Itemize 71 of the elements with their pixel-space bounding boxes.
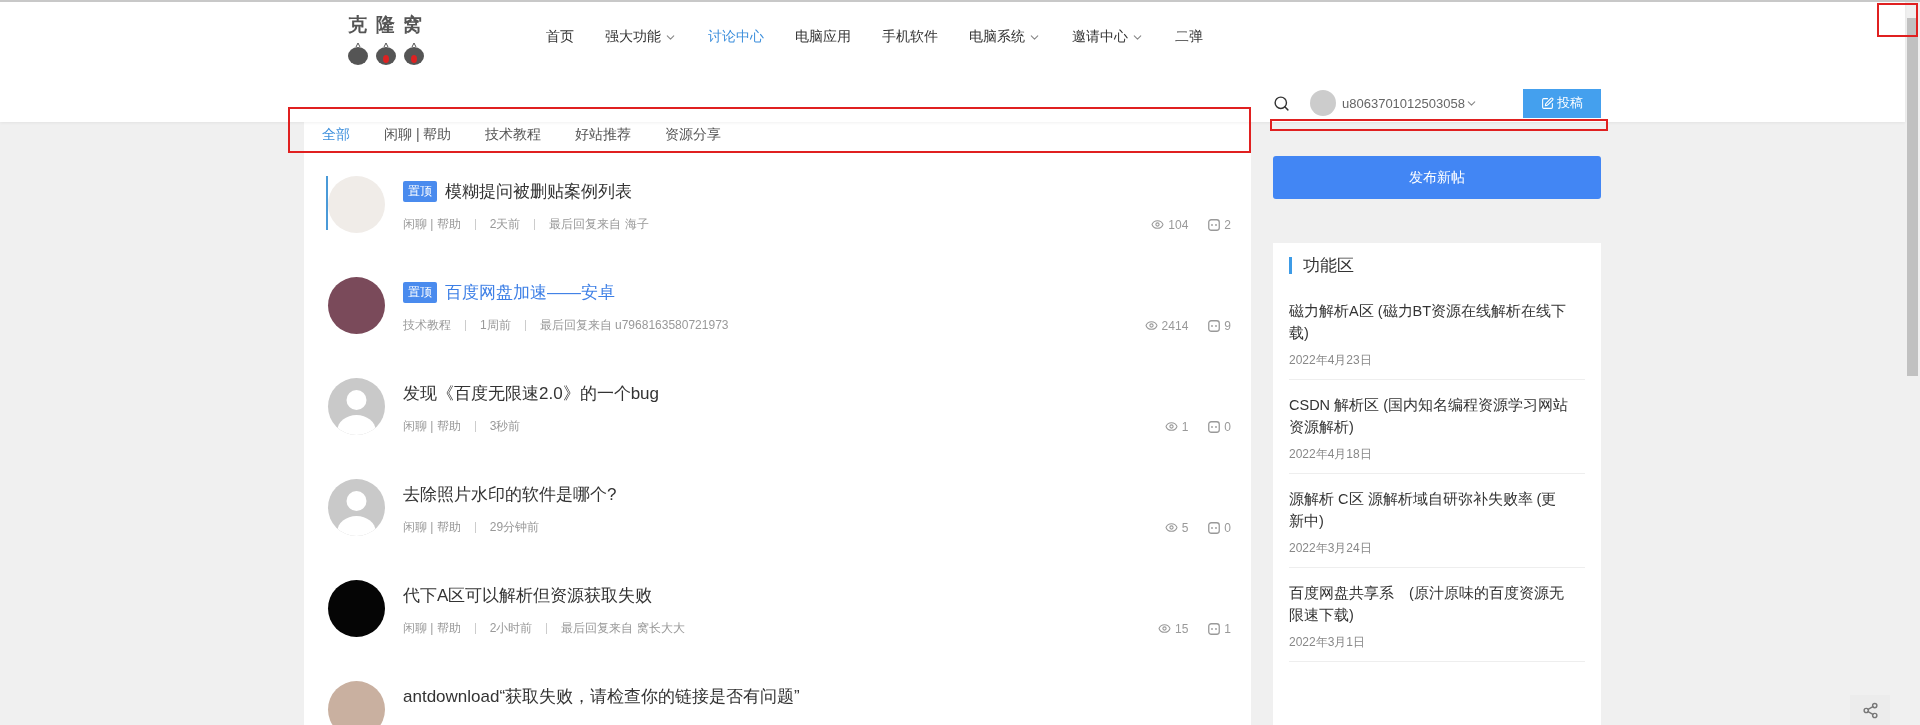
- post-title[interactable]: 发现《百度无限速2.0》的一个bug: [403, 381, 659, 405]
- share-button[interactable]: [1850, 695, 1890, 725]
- last-reply: 最后回复来自 窝长大大: [561, 620, 685, 637]
- comment-icon: [1208, 521, 1221, 534]
- card-title: 功能区: [1289, 257, 1585, 274]
- logo-text[interactable]: 克 隆 窝: [347, 12, 425, 38]
- edit-icon: [1541, 96, 1554, 110]
- post-title[interactable]: 模糊提问被删贴案例列表: [445, 179, 632, 203]
- avatar-image[interactable]: [328, 277, 385, 334]
- nav-link[interactable]: 电脑系统: [969, 28, 1041, 46]
- view-count: 2414: [1161, 318, 1189, 333]
- category-tab[interactable]: 资源分享: [665, 126, 722, 144]
- last-reply: 最后回复来自 海子: [549, 216, 649, 233]
- section-link[interactable]: 源解析 C区 源解析域自研弥补失败率 (更新中): [1289, 488, 1585, 532]
- comment-icon: [1208, 622, 1221, 635]
- views-icon: [1164, 420, 1178, 433]
- post-title[interactable]: 代下A区可以解析但资源获取失败: [403, 583, 653, 607]
- nav-link[interactable]: 首页: [546, 28, 574, 46]
- nav-link[interactable]: 强大功能: [605, 28, 677, 46]
- comment-icon: [1208, 420, 1221, 433]
- default-avatar[interactable]: [328, 378, 385, 435]
- post-time: 3秒前: [489, 418, 521, 435]
- annotation-box: [1877, 3, 1918, 37]
- section-link[interactable]: 磁力解析A区 (磁力BT资源在线解析在线下载): [1289, 300, 1585, 344]
- post-time: 2天前: [489, 216, 521, 233]
- category-tab[interactable]: 技术教程: [485, 126, 542, 144]
- section-date: 2022年3月1日: [1289, 634, 1367, 651]
- last-reply: 最后回复来自 u7968163580721973: [539, 317, 729, 334]
- section-link[interactable]: 百度网盘共享系 (原汁原味的百度资源无限速下载): [1289, 582, 1585, 626]
- post-title[interactable]: antdownload“获取失败，请检查你的链接是否有问题”: [403, 684, 800, 708]
- section-date: 2022年4月23日: [1289, 352, 1373, 369]
- post-time: 29分钟前: [489, 519, 540, 536]
- views-icon: [1157, 622, 1171, 635]
- view-count: 5: [1181, 520, 1189, 535]
- post-time: 2小时前: [489, 620, 533, 637]
- comment-count: 0: [1224, 520, 1231, 535]
- view-count: 15: [1174, 621, 1189, 636]
- nav-link[interactable]: 电脑应用: [795, 28, 851, 46]
- nav-link[interactable]: 手机软件: [882, 28, 938, 46]
- views-icon: [1164, 521, 1178, 534]
- category-tab[interactable]: 全部: [322, 126, 350, 144]
- comment-icon: [1208, 319, 1221, 332]
- section-date: 2022年3月24日: [1289, 540, 1373, 557]
- new-post-button[interactable]: 发布新帖: [1273, 156, 1601, 199]
- pinned-badge: 置顶: [403, 180, 437, 202]
- views-icon: [1144, 319, 1158, 332]
- post-title[interactable]: 百度网盘加速——安卓: [445, 280, 615, 304]
- share-icon: [1861, 701, 1879, 719]
- pinned-badge: 置顶: [403, 281, 437, 303]
- view-count: 1: [1181, 419, 1189, 434]
- view-count: 104: [1168, 217, 1189, 232]
- nav-link[interactable]: 二弹: [1175, 28, 1203, 46]
- post-time: 1周前: [480, 317, 511, 334]
- default-avatar[interactable]: [328, 479, 385, 536]
- avatar[interactable]: [1310, 90, 1336, 116]
- avatar-image[interactable]: [328, 580, 385, 637]
- username[interactable]: u8063701012503058: [1342, 95, 1465, 111]
- category-tab[interactable]: 闲聊 | 帮助: [384, 126, 452, 144]
- section-link[interactable]: CSDN 解析区 (国内知名编程资源学习网站资源解析): [1289, 394, 1585, 438]
- comment-count: 1: [1224, 621, 1231, 636]
- views-icon: [1151, 218, 1165, 231]
- comment-icon: [1208, 218, 1221, 231]
- nav-link[interactable]: 邀请中心: [1072, 28, 1144, 46]
- nav-link[interactable]: 讨论中心: [708, 28, 764, 46]
- search-icon[interactable]: [1273, 94, 1290, 112]
- comment-count: 0: [1224, 419, 1231, 434]
- comment-count: 2: [1224, 217, 1231, 232]
- comment-count: 9: [1224, 318, 1231, 333]
- category-tab[interactable]: 好站推荐: [575, 126, 632, 144]
- post-title[interactable]: 去除照片水印的软件是哪个?: [403, 482, 617, 506]
- section-date: 2022年4月18日: [1289, 446, 1373, 463]
